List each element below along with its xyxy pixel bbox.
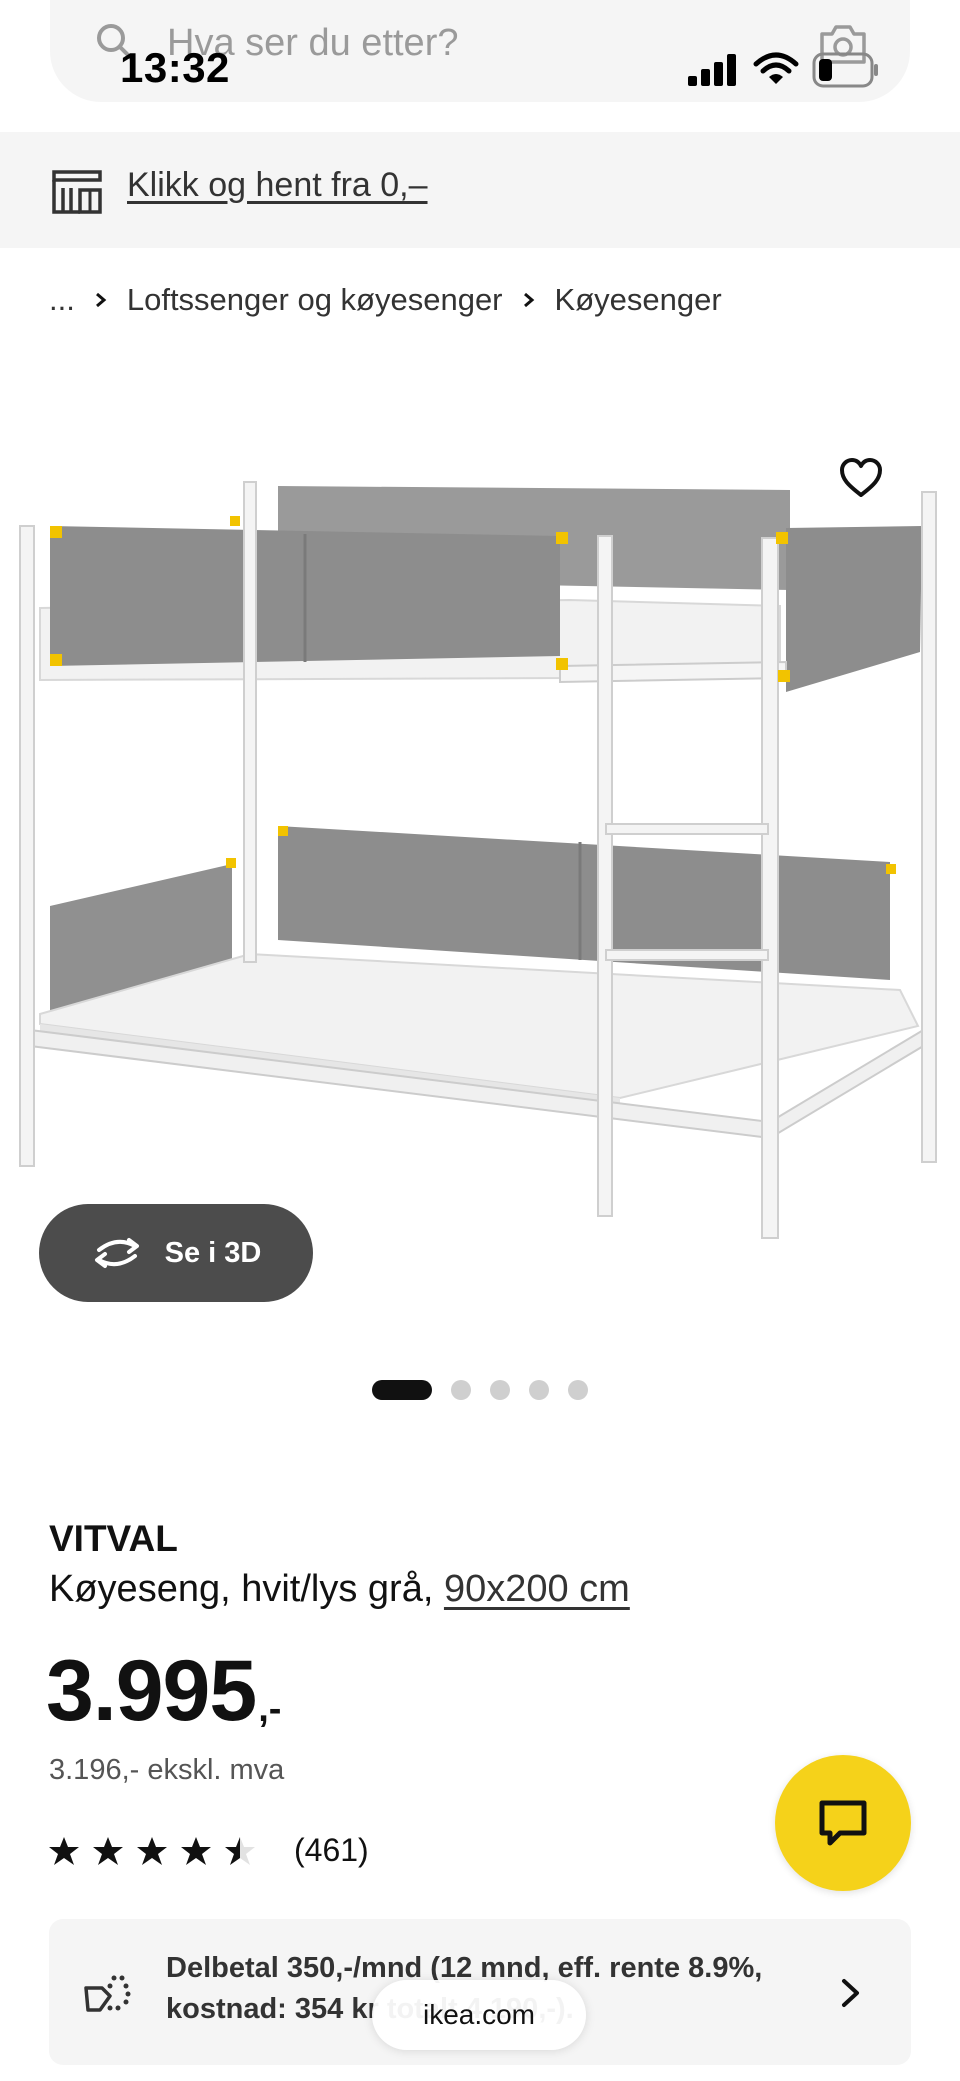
product-size-link[interactable]: 90x200 cm xyxy=(444,1568,630,1610)
rotate-3d-icon xyxy=(94,1238,139,1268)
chevron-right-icon xyxy=(523,292,535,308)
review-count[interactable]: (461) xyxy=(294,1832,369,1869)
carousel-dot-active[interactable] xyxy=(372,1380,432,1400)
breadcrumb: ... Loftssenger og køyesenger Køyesenger xyxy=(49,280,722,320)
breadcrumb-item-koyesenger[interactable]: Køyesenger xyxy=(555,282,722,318)
view-3d-label: Se i 3D xyxy=(164,1236,262,1269)
rating[interactable]: (461) xyxy=(48,1832,369,1869)
carousel-indicator xyxy=(372,1380,588,1400)
breadcrumb-item-loftssenger[interactable]: Loftssenger og køyesenger xyxy=(127,282,503,318)
favourite-button[interactable] xyxy=(815,432,907,524)
heart-icon xyxy=(840,458,882,497)
star-full-icon xyxy=(49,1836,79,1865)
chat-icon xyxy=(819,1800,867,1846)
star-full-icon xyxy=(181,1836,211,1865)
browser-domain: ikea.com xyxy=(422,1999,536,2030)
price-amount: 3.995 xyxy=(46,1643,257,1739)
status-time: 13:32 xyxy=(120,44,230,91)
chevron-right-icon xyxy=(95,292,107,308)
chat-button[interactable] xyxy=(775,1755,911,1891)
payment-icon xyxy=(84,1975,131,2012)
signal-icon xyxy=(688,54,736,86)
carousel-dot[interactable] xyxy=(490,1380,510,1400)
carousel-dot[interactable] xyxy=(529,1380,549,1400)
wifi-icon xyxy=(753,52,799,84)
price-ex-vat: 3.196,- ekskl. mva xyxy=(49,1754,285,1786)
click-collect-link[interactable]: Klikk og hent fra 0,– xyxy=(127,166,428,205)
carousel-dot[interactable] xyxy=(568,1380,588,1400)
product-name: VITVAL xyxy=(49,1518,178,1559)
chevron-right-icon[interactable] xyxy=(840,1978,862,2008)
star-full-icon xyxy=(93,1836,123,1865)
product-image[interactable] xyxy=(0,430,960,1260)
browser-address-pill[interactable]: ikea.com xyxy=(372,1980,586,2050)
breadcrumb-ellipsis[interactable]: ... xyxy=(49,282,75,318)
price: 3.995 ,- xyxy=(46,1648,281,1734)
store-icon xyxy=(52,170,102,214)
star-half-icon xyxy=(225,1836,255,1865)
carousel-dot[interactable] xyxy=(451,1380,471,1400)
star-full-icon xyxy=(137,1836,167,1865)
price-suffix: ,- xyxy=(258,1688,282,1730)
view-3d-button[interactable]: Se i 3D xyxy=(39,1204,313,1302)
product-type: Køyeseng, hvit/lys grå, xyxy=(49,1568,444,1610)
product-description: Køyeseng, hvit/lys grå, 90x200 cm xyxy=(49,1568,630,1611)
battery-icon xyxy=(812,52,878,88)
